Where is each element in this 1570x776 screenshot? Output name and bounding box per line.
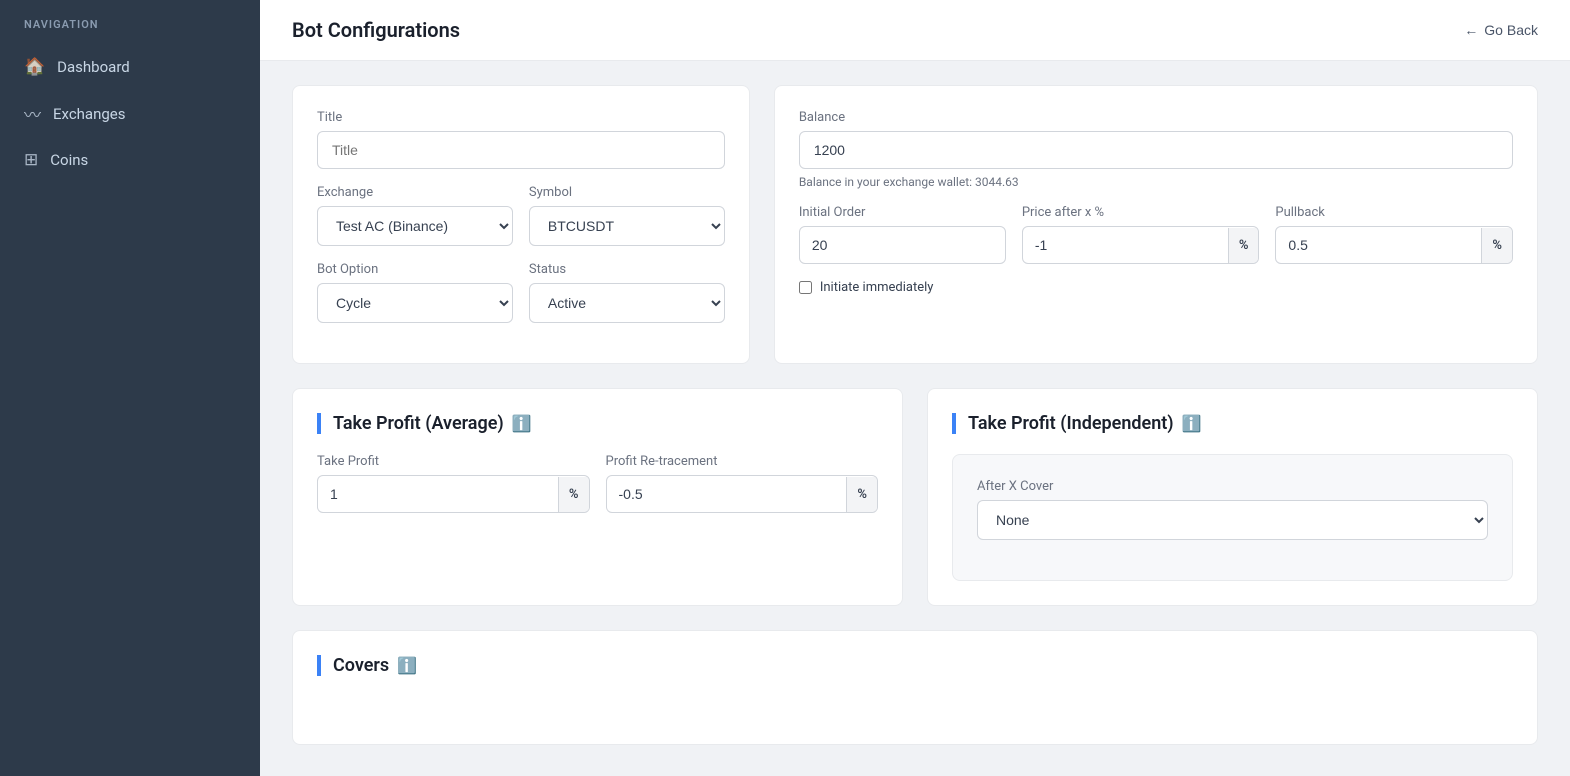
title-input[interactable] xyxy=(317,131,725,169)
go-back-label: Go Back xyxy=(1484,22,1538,38)
initiate-checkbox-row: Initiate immediately xyxy=(799,280,1513,295)
sidebar-item-label: Coins xyxy=(50,151,88,169)
price-after-label: Price after x % xyxy=(1022,205,1260,220)
sidebar-item-label: Exchanges xyxy=(53,105,126,123)
status-select[interactable]: Active Inactive xyxy=(529,283,725,323)
profit-retrace-input[interactable] xyxy=(607,476,847,512)
status-field-group: Status Active Inactive xyxy=(529,262,725,323)
status-label: Status xyxy=(529,262,725,277)
exchange-symbol-row: Exchange Test AC (Binance) Symbol BTCUSD… xyxy=(317,185,725,262)
exchange-field-group: Exchange Test AC (Binance) xyxy=(317,185,513,246)
take-profit-input[interactable] xyxy=(318,476,558,512)
take-profit-suffix: % xyxy=(558,477,589,512)
title-field-group: Title xyxy=(317,110,725,169)
balance-label: Balance xyxy=(799,110,1513,125)
take-profit-independent-card: Take Profit (Independent) ℹ️ After X Cov… xyxy=(927,388,1538,606)
pullback-input-wrap: % xyxy=(1275,226,1513,264)
profit-retrace-input-wrap: % xyxy=(606,475,879,513)
initiate-checkbox[interactable] xyxy=(799,281,812,294)
config-card: Title Exchange Test AC (Binance) Symbol xyxy=(292,85,750,364)
price-after-input-wrap: % xyxy=(1022,226,1260,264)
take-profit-independent-info-icon[interactable]: ℹ️ xyxy=(1182,414,1202,433)
balance-input[interactable] xyxy=(799,131,1513,169)
sidebar-item-coins[interactable]: ⊞ Coins xyxy=(0,138,260,182)
initial-order-group: Initial Order xyxy=(799,205,1006,264)
covers-info-icon[interactable]: ℹ️ xyxy=(397,656,417,675)
initial-order-input[interactable] xyxy=(800,227,1005,263)
covers-title: Covers xyxy=(333,655,389,676)
covers-header: Covers ℹ️ xyxy=(317,655,1513,676)
order-price-pullback-row: Initial Order Price after x % % Pull xyxy=(799,205,1513,264)
main-content: Bot Configurations ← Go Back Title Excha… xyxy=(260,0,1570,776)
profit-retrace-suffix: % xyxy=(846,477,877,512)
after-x-cover-select[interactable]: None xyxy=(977,500,1488,540)
take-profit-independent-title: Take Profit (Independent) xyxy=(968,413,1174,434)
go-back-button[interactable]: ← Go Back xyxy=(1464,22,1538,38)
initial-order-input-wrap xyxy=(799,226,1006,264)
page-title: Bot Configurations xyxy=(292,18,460,42)
sidebar-item-label: Dashboard xyxy=(57,58,130,76)
top-row: Title Exchange Test AC (Binance) Symbol xyxy=(292,85,1538,364)
balance-card: Balance Balance in your exchange wallet:… xyxy=(774,85,1538,364)
take-profit-average-info-icon[interactable]: ℹ️ xyxy=(512,414,532,433)
bot-option-label: Bot Option xyxy=(317,262,513,277)
exchanges-icon: 〰 xyxy=(24,101,41,126)
nav-label: Navigation xyxy=(0,18,260,45)
back-arrow-icon: ← xyxy=(1464,22,1478,38)
pullback-group: Pullback % xyxy=(1275,205,1513,264)
sidebar-item-exchanges[interactable]: 〰 Exchanges xyxy=(0,89,260,138)
balance-note: Balance in your exchange wallet: 3044.63 xyxy=(799,175,1513,189)
bot-option-select[interactable]: Cycle xyxy=(317,283,513,323)
exchange-select[interactable]: Test AC (Binance) xyxy=(317,206,513,246)
after-x-cover-group: After X Cover None xyxy=(977,479,1488,540)
exchange-label: Exchange xyxy=(317,185,513,200)
take-profit-independent-header: Take Profit (Independent) ℹ️ xyxy=(952,413,1513,434)
price-after-group: Price after x % % xyxy=(1022,205,1260,264)
profit-retrace-group: Profit Re-tracement % xyxy=(606,454,879,513)
bot-option-status-row: Bot Option Cycle Status Active Inactive xyxy=(317,262,725,339)
bot-option-field-group: Bot Option Cycle xyxy=(317,262,513,323)
take-profit-label: Take Profit xyxy=(317,454,590,469)
pullback-label: Pullback xyxy=(1275,205,1513,220)
take-profit-row: Take Profit (Average) ℹ️ Take Profit % P… xyxy=(292,388,1538,606)
pullback-input[interactable] xyxy=(1276,227,1481,263)
covers-card: Covers ℹ️ xyxy=(292,630,1538,745)
home-icon: 🏠 xyxy=(24,57,45,77)
page-header: Bot Configurations ← Go Back xyxy=(260,0,1570,61)
after-x-cover-label: After X Cover xyxy=(977,479,1488,494)
take-profit-input-wrap: % xyxy=(317,475,590,513)
price-after-input[interactable] xyxy=(1023,227,1228,263)
sidebar-item-dashboard[interactable]: 🏠 Dashboard xyxy=(0,45,260,89)
profit-retrace-label: Profit Re-tracement xyxy=(606,454,879,469)
symbol-select[interactable]: BTCUSDT xyxy=(529,206,725,246)
take-profit-group: Take Profit % xyxy=(317,454,590,513)
take-profit-average-header: Take Profit (Average) ℹ️ xyxy=(317,413,878,434)
coins-icon: ⊞ xyxy=(24,150,38,170)
initiate-label: Initiate immediately xyxy=(820,280,934,295)
take-profit-fields: Take Profit % Profit Re-tracement % xyxy=(317,454,878,513)
symbol-label: Symbol xyxy=(529,185,725,200)
after-x-cover-section: After X Cover None xyxy=(952,454,1513,581)
page-content: Title Exchange Test AC (Binance) Symbol xyxy=(260,61,1570,769)
sidebar: Navigation 🏠 Dashboard 〰 Exchanges ⊞ Coi… xyxy=(0,0,260,776)
symbol-field-group: Symbol BTCUSDT xyxy=(529,185,725,246)
take-profit-average-title: Take Profit (Average) xyxy=(333,413,504,434)
title-label: Title xyxy=(317,110,725,125)
initial-order-label: Initial Order xyxy=(799,205,1006,220)
balance-field-group: Balance Balance in your exchange wallet:… xyxy=(799,110,1513,189)
price-after-suffix: % xyxy=(1228,228,1259,263)
pullback-suffix: % xyxy=(1481,228,1512,263)
take-profit-average-card: Take Profit (Average) ℹ️ Take Profit % P… xyxy=(292,388,903,606)
